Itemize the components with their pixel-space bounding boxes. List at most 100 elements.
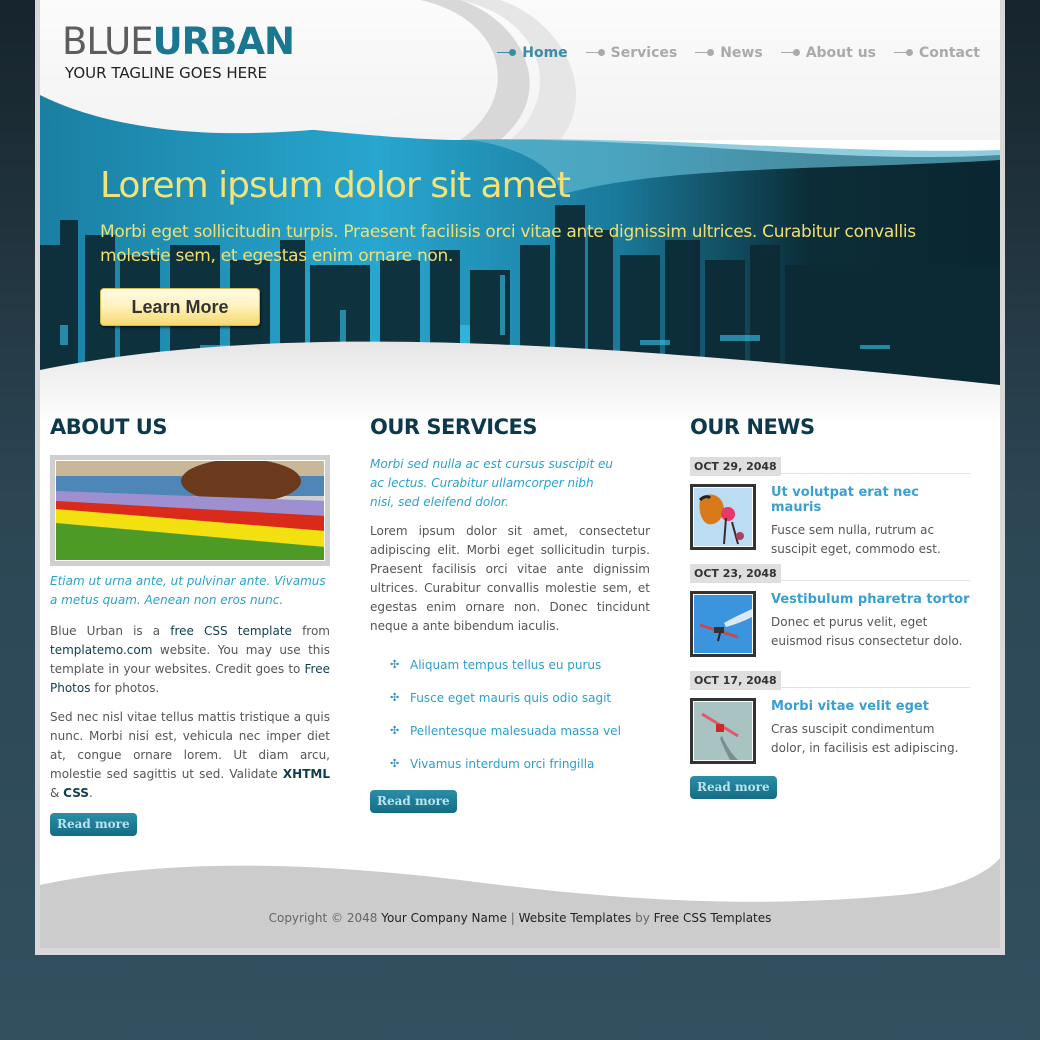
news-title-link[interactable]: Morbi vitae velit eget <box>771 699 970 714</box>
news-summary: Donec et purus velit, eget euismod risus… <box>771 615 963 648</box>
list-item-label: Vivamus interdum orci fringilla <box>410 756 595 771</box>
nav-news[interactable]: News <box>695 45 763 61</box>
templatemo-link[interactable]: templatemo.com <box>50 643 152 657</box>
news-thumbnail[interactable] <box>690 591 756 657</box>
free-css-templates-link[interactable]: Free CSS Templates <box>654 911 772 925</box>
nav-about-us[interactable]: About us <box>780 45 876 61</box>
news-date-label: OCT 23, 2048 <box>690 564 781 583</box>
news-heading: OUR NEWS <box>690 415 815 439</box>
services-lead: Morbi sed nulla ac est cursus suscipit e… <box>370 457 613 509</box>
biplane-image <box>694 702 752 760</box>
news-date: OCT 17, 2048 <box>690 669 970 690</box>
learn-more-button[interactable]: Learn More <box>100 288 260 326</box>
airplane-image <box>694 595 752 653</box>
news-date: OCT 23, 2048 <box>690 562 970 583</box>
news-body: Morbi vitae velit eget Cras suscipit con… <box>690 698 970 768</box>
services-list: ✣ Aliquam tempus tellus eu purus ✣ Fusce e… <box>390 648 650 780</box>
logo-bold: URBAN <box>152 20 295 63</box>
news-date-label: OCT 17, 2048 <box>690 671 781 690</box>
main-nav: Home Services News About us Contact <box>497 45 980 61</box>
footer-copyright: Copyright © 2048 Your Company Name | Web… <box>40 911 1000 925</box>
tagline: YOUR TAGLINE GOES HERE <box>65 64 268 82</box>
news-body: Ut volutpat erat nec mauris Fusce sem nu… <box>690 484 970 556</box>
banner-title: Lorem ipsum dolor sit amet <box>100 165 571 206</box>
css-label: CSS <box>63 786 89 800</box>
nav-bullet-icon <box>780 48 801 58</box>
services-section: OUR SERVICES Morbi sed nulla ac est curs… <box>370 415 650 813</box>
nav-bullet-icon <box>585 48 606 58</box>
xhtml-label: XHTML <box>282 767 330 781</box>
nav-bullet-icon <box>894 48 914 58</box>
cross-bullet-icon: ✣ <box>390 724 400 737</box>
page: BLUEURBAN YOUR TAGLINE GOES HERE Home Se… <box>40 0 1000 948</box>
services-list-item[interactable]: ✣ Pellentesque malesuada massa vel <box>390 714 650 747</box>
company-name-link[interactable]: Your Company Name <box>381 911 507 925</box>
css-link[interactable]: CSS <box>63 786 89 800</box>
nav-bullet-icon <box>695 48 715 58</box>
about-lead: Etiam ut urna ante, ut pulvinar ante. Vi… <box>50 574 326 607</box>
cross-bullet-icon: ✣ <box>390 757 400 770</box>
hero-banner: Lorem ipsum dolor sit amet Morbi eget so… <box>40 95 1000 425</box>
separator: | <box>506 911 519 925</box>
text: . <box>88 786 93 800</box>
news-date-label: OCT 29, 2048 <box>690 457 781 476</box>
news-summary: Fusce sem nulla, rutrum ac suscipit eget… <box>771 523 941 556</box>
services-list-item[interactable]: ✣ Fusce eget mauris quis odio sagit <box>390 681 650 714</box>
services-list-item[interactable]: ✣ Aliquam tempus tellus eu purus <box>390 648 650 681</box>
news-read-more-button[interactable]: Read more <box>690 776 777 799</box>
news-thumbnail[interactable] <box>690 484 756 550</box>
text: for photos. <box>90 681 160 695</box>
news-summary: Cras suscipit condimentum dolor, in faci… <box>771 722 959 755</box>
text: Blue Urban is a <box>50 624 171 638</box>
services-heading: OUR SERVICES <box>370 415 537 439</box>
nav-label: Home <box>522 45 568 61</box>
butterfly-image <box>694 488 752 546</box>
about-section: ABOUT US Etiam ut urna ante, ut pulvinar… <box>50 415 330 836</box>
news-item: OCT 29, 2048 Ut volutpat erat nec mauris… <box>690 455 970 556</box>
about-paragraph-2: Sed nec nisl vitae tellus mattis tristiq… <box>50 708 330 803</box>
logo[interactable]: BLUEURBAN <box>62 20 295 64</box>
xhtml-link[interactable]: XHTML <box>283 767 330 781</box>
website-templates-link[interactable]: Website Templates <box>519 911 632 925</box>
nav-contact[interactable]: Contact <box>894 45 980 61</box>
services-body: Lorem ipsum dolor sit amet, consectetur … <box>370 524 650 633</box>
text: from <box>291 624 330 638</box>
copyright-text: Copyright © 2048 <box>268 911 382 925</box>
nav-home[interactable]: Home <box>497 45 568 61</box>
about-image-frame <box>50 455 330 566</box>
nav-label: About us <box>805 45 876 61</box>
list-item-label: Aliquam tempus tellus eu purus <box>410 657 602 672</box>
footer-wave-decoration <box>40 858 1000 948</box>
news-content: Vestibulum pharetra tortor Donec et puru… <box>771 591 970 661</box>
by-text: by <box>631 911 654 925</box>
news-item: OCT 23, 2048 Vestibulum pharetra tortor <box>690 562 970 661</box>
cross-bullet-icon: ✣ <box>390 658 400 671</box>
nav-bullet-icon <box>497 48 517 58</box>
news-section: OUR NEWS OCT 29, 2048 Ut volutpat erat n… <box>690 415 970 799</box>
text: & <box>50 786 64 800</box>
news-title-link[interactable]: Ut volutpat erat nec mauris <box>771 485 970 515</box>
nav-label: News <box>720 45 763 61</box>
banner-text: Morbi eget sollicitudin turpis. Praesent… <box>100 222 916 266</box>
news-title-link[interactable]: Vestibulum pharetra tortor <box>771 592 970 607</box>
nav-label: Services <box>610 45 678 61</box>
logo-light: BLUE <box>62 20 154 63</box>
news-thumbnail[interactable] <box>690 698 756 764</box>
news-body: Vestibulum pharetra tortor Donec et puru… <box>690 591 970 661</box>
about-read-more-button[interactable]: Read more <box>50 813 137 836</box>
about-heading: ABOUT US <box>50 415 167 439</box>
about-paragraph-1: Blue Urban is a free CSS template from t… <box>50 622 330 698</box>
list-item-label: Fusce eget mauris quis odio sagit <box>410 690 612 705</box>
cross-bullet-icon: ✣ <box>390 691 400 704</box>
news-date: OCT 29, 2048 <box>690 455 970 476</box>
news-content: Ut volutpat erat nec mauris Fusce sem nu… <box>771 484 970 556</box>
flower-garden-image <box>55 460 325 561</box>
nav-services[interactable]: Services <box>585 45 678 61</box>
free-css-template-link[interactable]: free CSS template <box>170 624 292 638</box>
page-wrapper: BLUEURBAN YOUR TAGLINE GOES HERE Home Se… <box>35 0 1005 955</box>
services-read-more-button[interactable]: Read more <box>370 790 457 813</box>
services-list-item[interactable]: ✣ Vivamus interdum orci fringilla <box>390 747 650 780</box>
news-content: Morbi vitae velit eget Cras suscipit con… <box>771 698 970 768</box>
news-item: OCT 17, 2048 Morbi vitae velit eget Cras… <box>690 669 970 768</box>
list-item-label: Pellentesque malesuada massa vel <box>410 723 621 738</box>
